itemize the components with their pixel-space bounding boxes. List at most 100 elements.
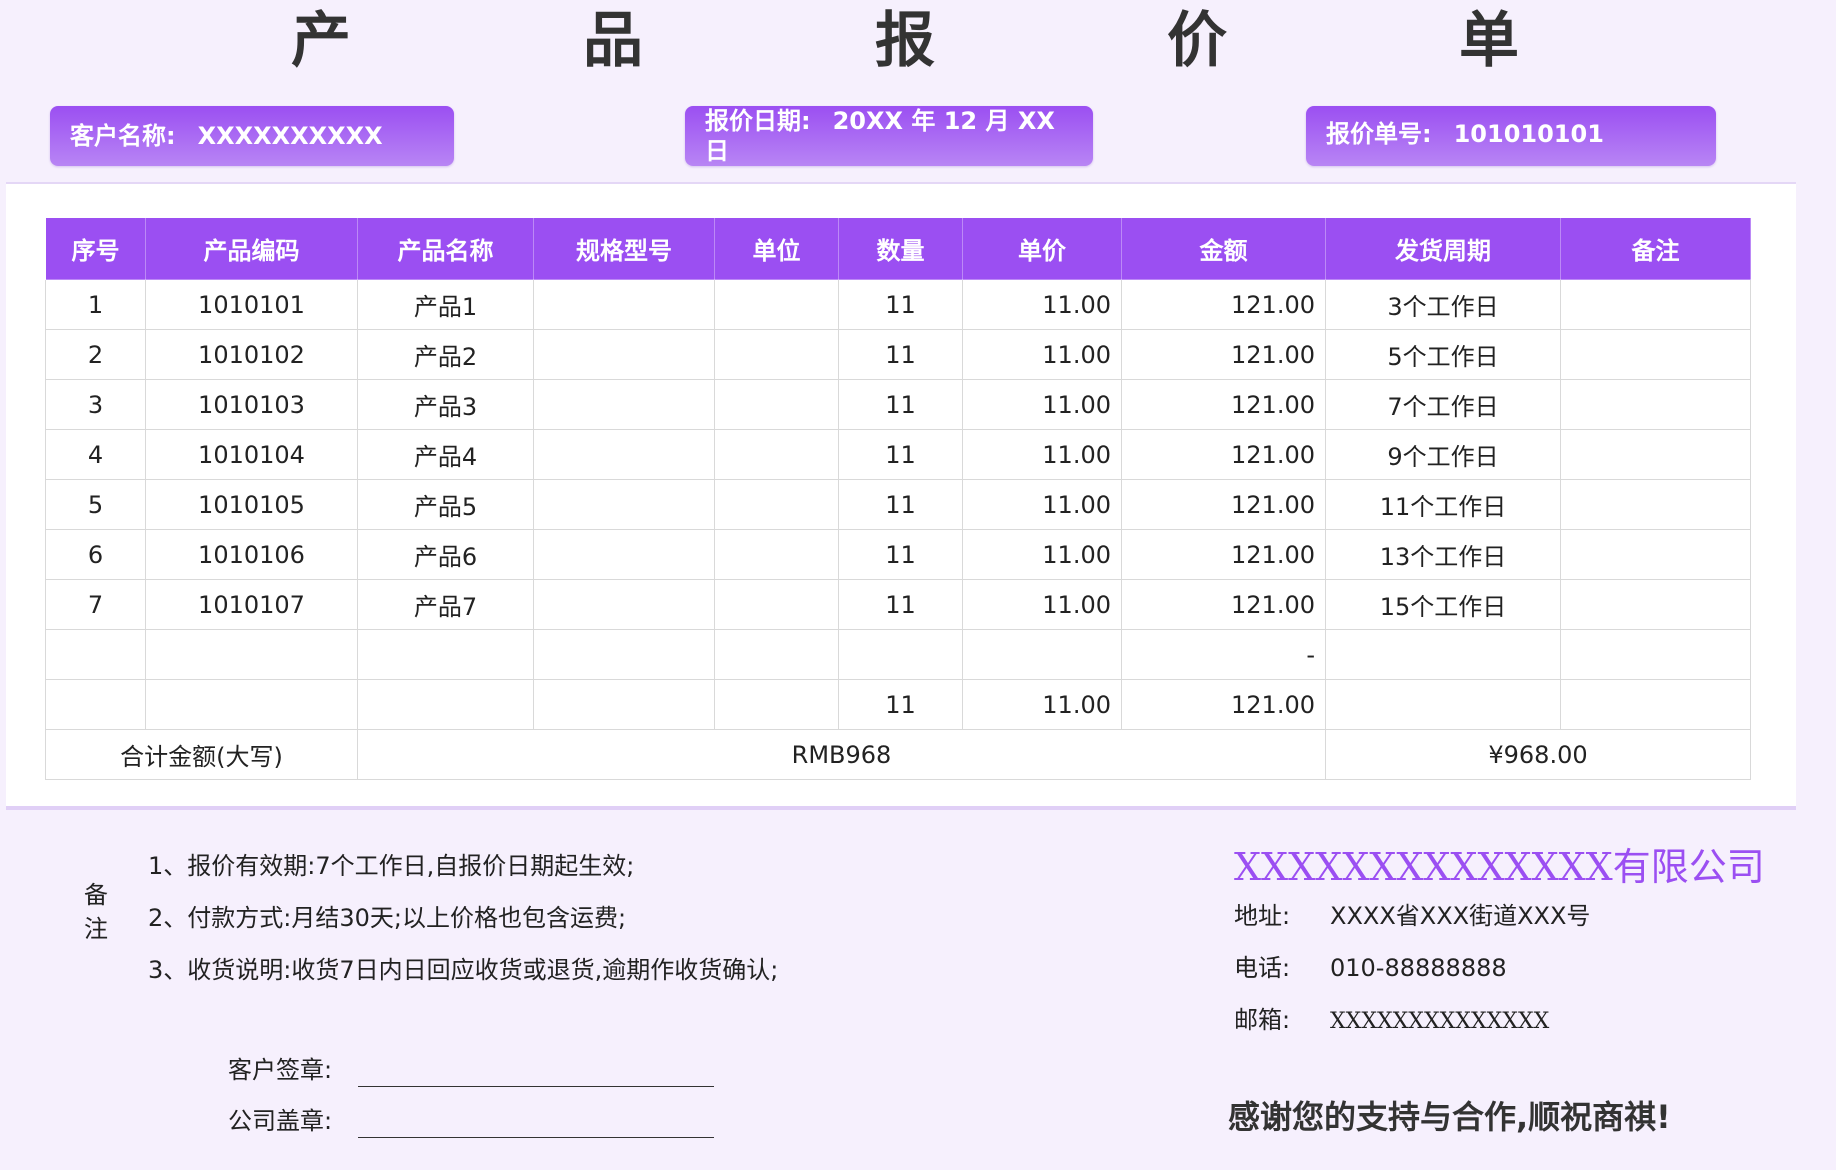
thanks-message: 感谢您的支持与合作,顺祝商祺! xyxy=(1228,1098,1671,1136)
cell-quantity: 11 xyxy=(838,679,963,730)
table-row: 7 1010107 产品7 11 11.00 121.00 15个工作日 xyxy=(45,579,1751,630)
total-words: RMB968 xyxy=(357,729,1326,780)
cell-remark xyxy=(1560,379,1751,430)
cell-quantity: 11 xyxy=(838,379,963,430)
col-header-code: 产品编码 xyxy=(145,217,358,280)
company-address: 地址: XXXX省XXX街道XXX号 xyxy=(1234,896,1590,931)
table-row: 2 1010102 产品2 11 11.00 121.00 5个工作日 xyxy=(45,329,1751,380)
quote-number-chip: 报价单号: 101010101 xyxy=(1306,106,1716,166)
total-amount: ¥968.00 xyxy=(1325,729,1751,780)
cell-remark xyxy=(1560,279,1751,330)
cell-spec xyxy=(533,429,715,480)
col-header-delivery: 发货周期 xyxy=(1325,217,1561,280)
cell-amount: 121.00 xyxy=(1121,479,1326,530)
cell-quantity: 11 xyxy=(838,579,963,630)
table-row: 6 1010106 产品6 11 11.00 121.00 13个工作日 xyxy=(45,529,1751,580)
cell-unit-price: 11.00 xyxy=(962,529,1122,580)
col-header-quantity: 数量 xyxy=(838,217,963,280)
cell-code xyxy=(145,629,358,680)
note-item: 3、收货说明:收货7日内日回应收货或退货,逾期作收货确认; xyxy=(148,956,779,984)
cell-remark xyxy=(1560,679,1751,730)
cell-remark xyxy=(1560,529,1751,580)
cell-unit xyxy=(714,679,839,730)
cell-index: 4 xyxy=(45,429,146,480)
customer-name-chip: 客户名称: XXXXXXXXXX xyxy=(50,106,454,166)
cell-spec xyxy=(533,479,715,530)
total-row: 合计金额(大写) RMB968 ¥968.00 xyxy=(45,729,1751,780)
note-item: 2、付款方式:月结30天;以上价格也包含运费; xyxy=(148,904,627,932)
cell-index: 3 xyxy=(45,379,146,430)
table-row: - xyxy=(45,629,1751,680)
cell-code: 1010106 xyxy=(145,529,358,580)
cell-unit-price: 11.00 xyxy=(962,429,1122,480)
cell-quantity xyxy=(838,629,963,680)
cell-amount: 121.00 xyxy=(1121,679,1326,730)
cell-remark xyxy=(1560,429,1751,480)
table-body: 1 1010101 产品1 11 11.00 121.00 3个工作日 2 1010102 产品2… xyxy=(45,279,1751,730)
quote-date-label: 报价日期: xyxy=(705,107,811,135)
col-header-index: 序号 xyxy=(45,217,146,280)
cell-amount: 121.00 xyxy=(1121,529,1326,580)
cell-code: 1010103 xyxy=(145,379,358,430)
cell-unit xyxy=(714,479,839,530)
quote-date-chip: 报价日期: 20XX 年 12 月 XX 日 xyxy=(685,106,1093,166)
customer-signature-label: 客户签章: xyxy=(228,1056,333,1084)
cell-remark xyxy=(1560,579,1751,630)
cell-quantity: 11 xyxy=(838,429,963,480)
cell-delivery: 15个工作日 xyxy=(1325,579,1561,630)
cell-spec xyxy=(533,529,715,580)
cell-index: 2 xyxy=(45,329,146,380)
cell-code: 1010105 xyxy=(145,479,358,530)
notes-list: 1、报价有效期:7个工作日,自报价日期起生效; 2、付款方式:月结30天;以上价… xyxy=(148,840,778,996)
cell-amount: 121.00 xyxy=(1121,379,1326,430)
cell-name xyxy=(357,679,534,730)
cell-spec xyxy=(533,679,715,730)
cell-delivery: 9个工作日 xyxy=(1325,429,1561,480)
cell-delivery: 7个工作日 xyxy=(1325,379,1561,430)
cell-name xyxy=(357,629,534,680)
cell-unit-price xyxy=(962,629,1122,680)
cell-name: 产品1 xyxy=(357,279,534,330)
col-header-unit-price: 单价 xyxy=(962,217,1122,280)
total-label: 合计金额(大写) xyxy=(45,729,358,780)
cell-unit-price: 11.00 xyxy=(962,279,1122,330)
cell-delivery: 13个工作日 xyxy=(1325,529,1561,580)
cell-index: 1 xyxy=(45,279,146,330)
cell-quantity: 11 xyxy=(838,529,963,580)
company-seal: 公司盖章: xyxy=(228,1101,714,1138)
table-row: 3 1010103 产品3 11 11.00 121.00 7个工作日 xyxy=(45,379,1751,430)
customer-name-value: XXXXXXXXXX xyxy=(197,122,383,150)
cell-unit xyxy=(714,429,839,480)
cell-name: 产品6 xyxy=(357,529,534,580)
table-row: 11 11.00 121.00 xyxy=(45,679,1751,730)
cell-unit xyxy=(714,329,839,380)
col-header-unit: 单位 xyxy=(714,217,839,280)
company-seal-line[interactable] xyxy=(358,1137,714,1138)
cell-unit-price: 11.00 xyxy=(962,379,1122,430)
cell-spec xyxy=(533,329,715,380)
quote-number-value: 101010101 xyxy=(1453,120,1604,148)
cell-amount: 121.00 xyxy=(1121,579,1326,630)
col-header-remark: 备注 xyxy=(1560,217,1751,280)
cell-amount: 121.00 xyxy=(1121,329,1326,380)
phone-label: 电话: xyxy=(1234,954,1291,982)
cell-delivery: 5个工作日 xyxy=(1325,329,1561,380)
phone-value: 010-88888888 xyxy=(1330,954,1507,982)
table-header-row: 序号 产品编码 产品名称 规格型号 单位 数量 单价 金额 发货周期 备注 xyxy=(45,217,1751,280)
cell-remark xyxy=(1560,329,1751,380)
cell-spec xyxy=(533,379,715,430)
cell-index: 5 xyxy=(45,479,146,530)
col-header-amount: 金额 xyxy=(1121,217,1326,280)
company-seal-label: 公司盖章: xyxy=(228,1107,333,1135)
quote-sheet: 序号 产品编码 产品名称 规格型号 单位 数量 单价 金额 发货周期 备注 11… xyxy=(6,182,1796,810)
customer-signature-line[interactable] xyxy=(358,1086,714,1087)
cell-unit-price: 11.00 xyxy=(962,479,1122,530)
page-title: 产 品 报 价 单 xyxy=(291,6,1605,76)
cell-unit xyxy=(714,379,839,430)
cell-unit xyxy=(714,279,839,330)
company-phone: 电话: 010-88888888 xyxy=(1234,948,1507,983)
cell-delivery xyxy=(1325,629,1561,680)
cell-code xyxy=(145,679,358,730)
cell-code: 1010101 xyxy=(145,279,358,330)
address-label: 地址: xyxy=(1234,902,1291,930)
